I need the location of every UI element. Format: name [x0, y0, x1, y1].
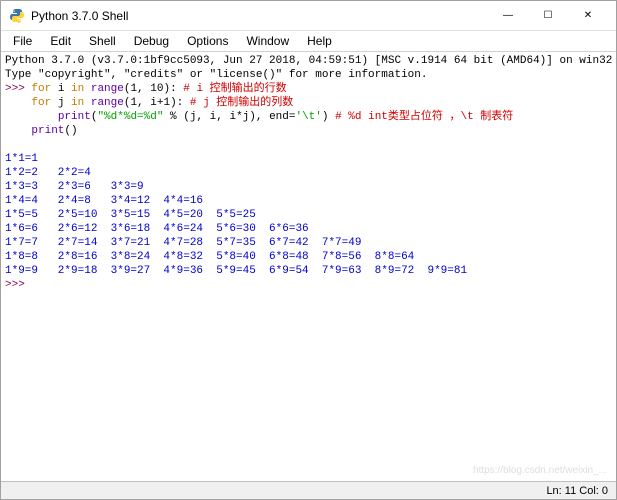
banner-line: Type "copyright", "credits" or "license(… — [5, 69, 427, 81]
code-text — [5, 97, 31, 109]
menu-debug[interactable]: Debug — [126, 32, 177, 50]
code-text: j — [51, 97, 71, 109]
close-button[interactable]: ✕ — [568, 1, 608, 31]
titlebar: Python 3.7.0 Shell — ☐ ✕ — [1, 1, 616, 31]
code-text: ) — [322, 111, 335, 123]
code-text — [84, 97, 91, 109]
output-line: 1*5=5 2*5=10 3*5=15 4*5=20 5*5=25 — [5, 209, 256, 221]
code-text: i — [51, 83, 71, 95]
code-text — [84, 83, 91, 95]
keyword-for: for — [31, 83, 51, 95]
maximize-button[interactable]: ☐ — [528, 1, 568, 31]
watermark: https://blog.csdn.net/weixin_... — [473, 465, 607, 476]
menu-edit[interactable]: Edit — [42, 32, 79, 50]
output-line: 1*7=7 2*7=14 3*7=21 4*7=28 5*7=35 6*7=42… — [5, 237, 361, 249]
banner-line: Python 3.7.0 (v3.7.0:1bf9cc5093, Jun 27 … — [5, 55, 612, 67]
menu-options[interactable]: Options — [179, 32, 236, 50]
minimize-button[interactable]: — — [488, 1, 528, 31]
app-window: Python 3.7.0 Shell — ☐ ✕ File Edit Shell… — [0, 0, 617, 500]
output-line: 1*4=4 2*4=8 3*4=12 4*4=16 — [5, 195, 203, 207]
func-range: range — [91, 83, 124, 95]
menubar: File Edit Shell Debug Options Window Hel… — [1, 31, 616, 51]
code-text — [5, 111, 58, 123]
code-text — [5, 125, 31, 137]
keyword-in: in — [71, 97, 84, 109]
prompt: >>> — [5, 279, 31, 291]
code-text: () — [64, 125, 77, 137]
string-literal: "%d*%d=%d" — [97, 111, 163, 123]
func-print: print — [58, 111, 91, 123]
blank-line — [5, 139, 12, 151]
func-print: print — [31, 125, 64, 137]
window-title: Python 3.7.0 Shell — [31, 9, 488, 23]
menu-help[interactable]: Help — [299, 32, 340, 50]
func-range: range — [91, 97, 124, 109]
cursor-position: Ln: 11 Col: 0 — [546, 485, 608, 497]
code-text: (1, 10): — [124, 83, 183, 95]
comment: # j 控制输出的列数 — [190, 97, 293, 109]
shell-content[interactable]: Python 3.7.0 (v3.7.0:1bf9cc5093, Jun 27 … — [1, 52, 616, 481]
string-literal: '\t' — [295, 111, 321, 123]
menu-window[interactable]: Window — [238, 32, 297, 50]
menu-shell[interactable]: Shell — [81, 32, 124, 50]
window-buttons: — ☐ ✕ — [488, 1, 608, 31]
keyword-for: for — [31, 97, 51, 109]
prompt: >>> — [5, 83, 31, 95]
menu-file[interactable]: File — [5, 32, 40, 50]
output-line: 1*8=8 2*8=16 3*8=24 4*8=32 5*8=40 6*8=48… — [5, 251, 414, 263]
output-line: 1*6=6 2*6=12 3*6=18 4*6=24 5*6=30 6*6=36 — [5, 223, 309, 235]
output-line: 1*1=1 — [5, 153, 38, 165]
statusbar: Ln: 11 Col: 0 — [1, 481, 616, 499]
keyword-in: in — [71, 83, 84, 95]
output-line: 1*3=3 2*3=6 3*3=9 — [5, 181, 144, 193]
output-line: 1*2=2 2*2=4 — [5, 167, 91, 179]
python-icon — [9, 8, 25, 24]
code-text: (1, i+1): — [124, 97, 190, 109]
comment: # %d int类型占位符 ，\t 制表符 — [335, 111, 513, 123]
code-text: % (j, i, i*j), end= — [163, 111, 295, 123]
comment: # i 控制输出的行数 — [183, 83, 286, 95]
output-line: 1*9=9 2*9=18 3*9=27 4*9=36 5*9=45 6*9=54… — [5, 265, 467, 277]
